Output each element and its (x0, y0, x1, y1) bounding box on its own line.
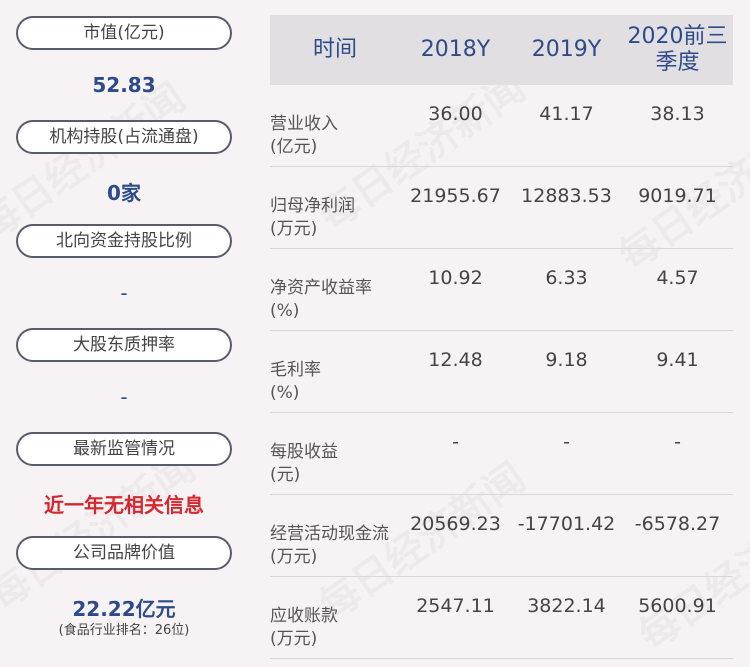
cell: 41.17 (539, 103, 594, 125)
pledge-ratio-value: - (120, 385, 128, 409)
table-row: 净资产收益率 (%) 10.92 6.33 4.57 (270, 249, 733, 331)
cell: 5600.91 (638, 595, 717, 617)
cell: 38.13 (650, 103, 705, 125)
cell: 12.48 (428, 349, 483, 371)
table-row: 经营活动现金流 (万元) 20569.23 -17701.42 -6578.27 (270, 495, 733, 577)
institution-holding-label: 机构持股(占流通盘) (16, 120, 232, 154)
cell: - (452, 431, 459, 453)
brand-value-value: 22.22亿元 (72, 597, 176, 621)
cell: 2547.11 (416, 595, 495, 617)
cell: 12883.53 (521, 185, 612, 207)
northbound-ratio-label: 北向资金持股比例 (16, 224, 232, 258)
table-row: 毛利率 (%) 12.48 9.18 9.41 (270, 331, 733, 413)
market-cap-label: 市值(亿元) (16, 16, 232, 50)
table-row: 每股收益 (元) - - - (270, 413, 733, 495)
row-unit: (%) (270, 300, 300, 321)
row-label: 净资产收益率 (270, 277, 372, 298)
cell: 9019.71 (638, 185, 717, 207)
row-label: 归母净利润 (270, 195, 355, 216)
brand-value-label: 公司品牌价值 (16, 536, 232, 570)
row-unit: (万元) (270, 218, 318, 239)
cell: -6578.27 (634, 513, 721, 535)
header-2018: 2018Y (420, 36, 491, 62)
table-row: 营业收入 (亿元) 36.00 41.17 38.13 (270, 85, 733, 167)
row-label: 经营活动现金流 (270, 523, 389, 544)
row-unit: (万元) (270, 546, 318, 567)
brand-rank-note: (食品行业排名：26位) (58, 623, 190, 638)
table-header: 时间 2018Y 2019Y 2020前三季度 (270, 15, 733, 85)
regulatory-status-label: 最新监管情况 (16, 432, 232, 466)
cell: 9.18 (545, 349, 588, 371)
cell: 21955.67 (410, 185, 501, 207)
row-label: 应收账款 (270, 605, 338, 626)
table-row: 应收账款 (万元) 2547.11 3822.14 5600.91 (270, 577, 733, 659)
institution-holding-value: 0家 (107, 181, 141, 205)
cell: 9.41 (656, 349, 699, 371)
table-row: 归母净利润 (万元) 21955.67 12883.53 9019.71 (270, 167, 733, 249)
cell: 6.33 (545, 267, 588, 289)
row-unit: (元) (270, 464, 301, 485)
cell: 20569.23 (410, 513, 501, 535)
header-2019: 2019Y (531, 36, 602, 62)
financial-table: 时间 2018Y 2019Y 2020前三季度 营业收入 (亿元) 36.00 4… (270, 15, 733, 659)
header-time: 时间 (312, 36, 357, 62)
northbound-ratio-value: - (120, 281, 128, 305)
cell: -17701.42 (517, 513, 616, 535)
cell: - (674, 431, 681, 453)
row-label: 营业收入 (270, 113, 338, 134)
cell: 3822.14 (527, 595, 606, 617)
row-unit: (%) (270, 382, 300, 403)
cell: 10.92 (428, 267, 483, 289)
cell: - (563, 431, 570, 453)
row-label: 毛利率 (270, 359, 321, 380)
header-2020q3: 2020前三季度 (627, 23, 728, 75)
cell: 4.57 (656, 267, 699, 289)
row-unit: (亿元) (270, 136, 318, 157)
cell: 36.00 (428, 103, 483, 125)
pledge-ratio-label: 大股东质押率 (16, 328, 232, 362)
row-label: 每股收益 (270, 441, 338, 462)
regulatory-status-value: 近一年无相关信息 (44, 493, 204, 517)
market-cap-value: 52.83 (92, 73, 156, 97)
row-unit: (万元) (270, 628, 318, 649)
